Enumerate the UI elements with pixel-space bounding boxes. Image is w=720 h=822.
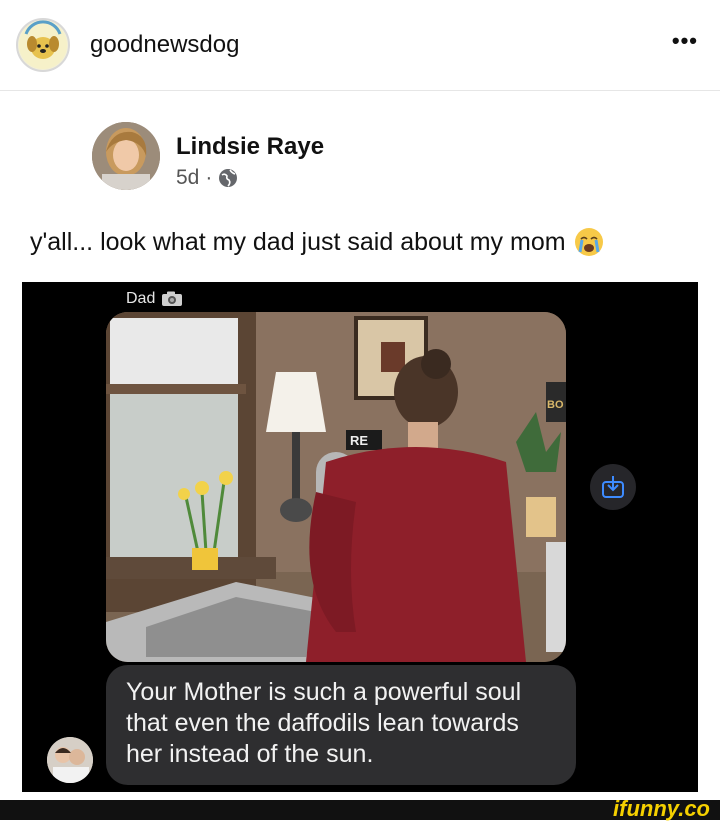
author-photo <box>92 122 160 190</box>
shared-photo[interactable]: RE BO <box>106 312 566 662</box>
caption-text: y'all... look what my dad just said abou… <box>30 227 566 256</box>
photo-sign-re: RE <box>350 433 368 448</box>
post-caption: y'all... look what my dad just said abou… <box>30 227 604 257</box>
author-name[interactable]: Lindsie Raye <box>176 133 324 161</box>
save-to-device-button[interactable] <box>590 464 636 510</box>
watermark-logo: ifunny.co <box>613 796 710 821</box>
kitchen-photo: RE BO <box>106 312 566 662</box>
sender-avatar <box>47 737 93 783</box>
meta-separator: · <box>205 166 213 189</box>
dog-logo-icon <box>19 20 67 69</box>
post-header: goodnewsdog ••• <box>0 0 720 91</box>
post-age[interactable]: 5d <box>176 166 199 190</box>
sender-photo <box>47 737 93 783</box>
message-screenshot: Dad RE BO Your Mother is such a powerful… <box>22 282 698 792</box>
chat-contact: Dad <box>126 290 183 308</box>
download-icon <box>602 476 624 498</box>
account-username[interactable]: goodnewsdog <box>90 31 239 59</box>
watermark-bar: ifunny.co <box>0 796 720 821</box>
globe-icon <box>219 169 238 187</box>
account-avatar[interactable] <box>16 18 70 72</box>
camera-icon <box>162 291 183 306</box>
message-bubble: Your Mother is such a powerful soul that… <box>106 665 576 785</box>
contact-name: Dad <box>126 290 156 307</box>
post-meta: 5d · <box>176 166 238 190</box>
photo-sign-bo: BO <box>547 399 564 411</box>
more-options-button[interactable]: ••• <box>672 28 698 54</box>
crying-emoji-icon <box>574 228 603 256</box>
author-avatar[interactable] <box>92 122 160 190</box>
